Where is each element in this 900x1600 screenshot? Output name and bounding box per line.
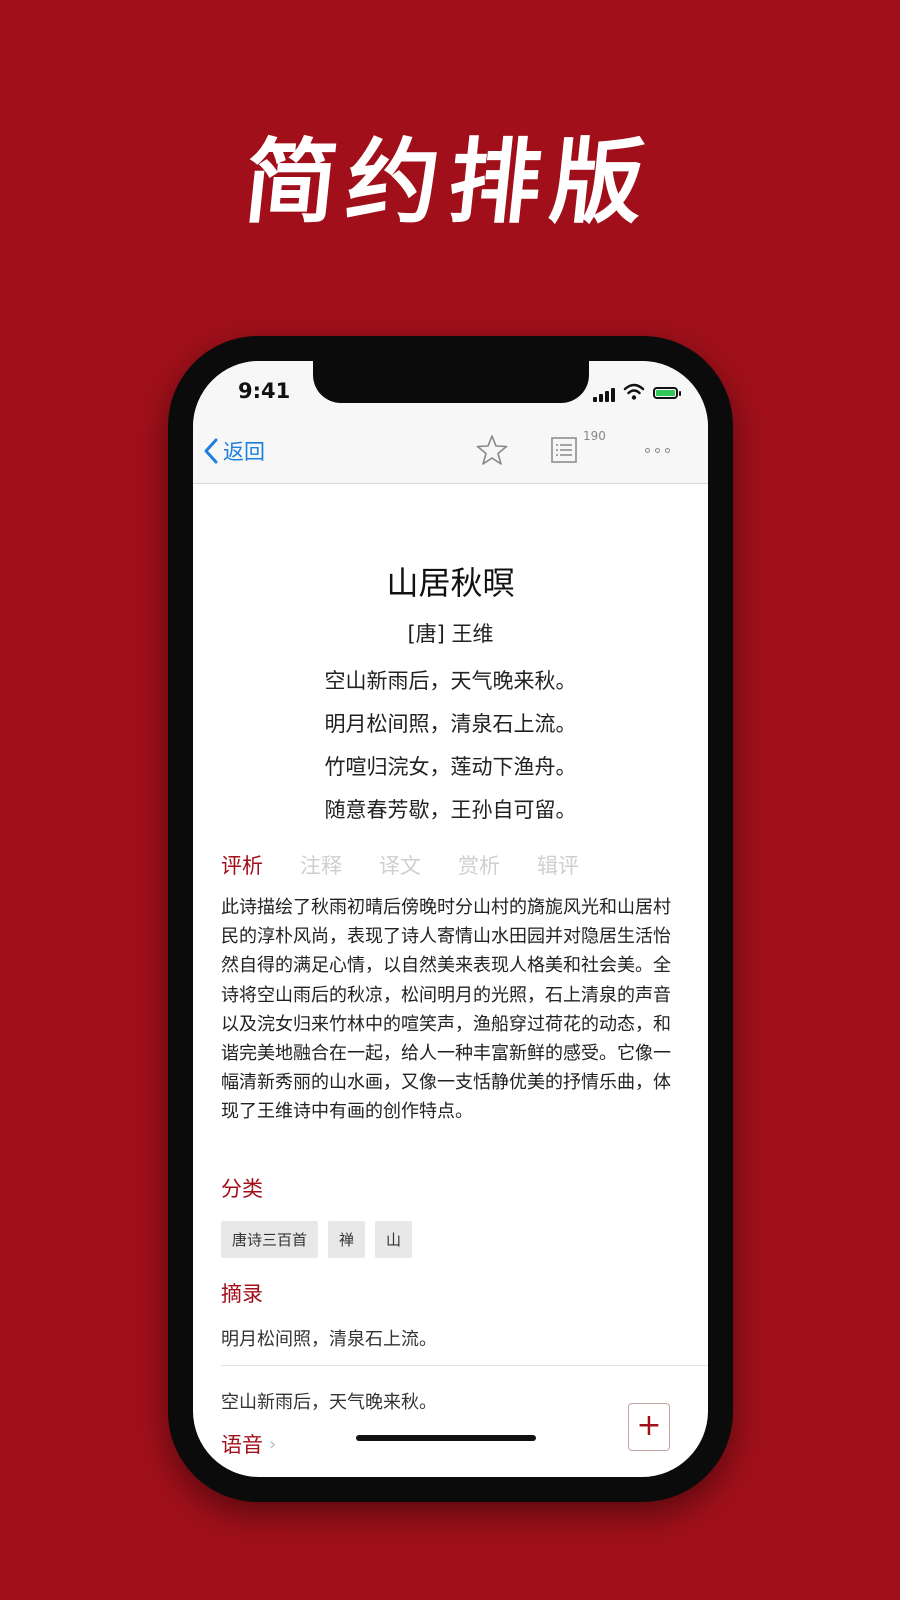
chevron-left-icon <box>204 438 218 464</box>
voice-label: 语音 <box>221 1433 263 1457</box>
category-tag[interactable]: 唐诗三百首 <box>221 1221 319 1258</box>
poem-line: 明月松间照，清泉石上流。 <box>324 712 577 736</box>
home-indicator <box>356 1435 536 1441</box>
star-icon[interactable] <box>475 433 509 467</box>
phone-screen: 9:41 返回 190 山居秋暝 [唐] 王维 空山新雨后，天气晚来秋。 明月松… <box>193 361 708 1477</box>
poem-content: 山居秋暝 [唐] 王维 空山新雨后，天气晚来秋。 明月松间照，清泉石上流。 竹喧… <box>193 483 708 1477</box>
tab-notes[interactable]: 注释 <box>300 850 379 880</box>
wifi-icon <box>623 383 645 400</box>
divider <box>221 1365 708 1366</box>
list-count-badge: 190 <box>583 429 606 443</box>
poem-line: 随意春芳歇，王孙自可留。 <box>324 798 577 822</box>
tab-commentary[interactable]: 辑评 <box>537 850 616 880</box>
back-label: 返回 <box>223 440 265 464</box>
detail-tabs: 评析 注释 译文 赏析 辑评 <box>221 850 616 880</box>
tab-analysis[interactable]: 评析 <box>221 850 300 880</box>
back-button[interactable]: 返回 <box>203 434 265 468</box>
poem-body: 空山新雨后，天气晚来秋。 明月松间照，清泉石上流。 竹喧归浣女，莲动下渔舟。 随… <box>193 660 708 832</box>
battery-icon <box>653 387 681 399</box>
chevron-right-icon: › <box>269 1433 277 1455</box>
status-time: 9:41 <box>238 379 291 403</box>
more-icon[interactable] <box>645 446 673 456</box>
category-title: 分类 <box>221 1177 263 1201</box>
voice-section-link[interactable]: 语音 › <box>221 1429 276 1459</box>
signal-icon <box>593 388 615 402</box>
poem-author: [唐] 王维 <box>407 622 494 646</box>
phone-frame: 9:41 返回 190 山居秋暝 [唐] 王维 空山新雨后，天气晚来秋。 明月松… <box>168 336 733 1502</box>
category-tag[interactable]: 山 <box>375 1221 413 1258</box>
tab-translation[interactable]: 译文 <box>379 850 458 880</box>
category-tags: 唐诗三百首 禅 山 <box>221 1221 413 1258</box>
poem-title: 山居秋暝 <box>386 564 515 602</box>
excerpt-title: 摘录 <box>221 1282 263 1306</box>
add-button[interactable]: + <box>628 1403 670 1451</box>
analysis-text: 此诗描绘了秋雨初晴后傍晚时分山村的旖旎风光和山居村民的淳朴风尚，表现了诗人寄情山… <box>221 897 671 1123</box>
poem-line: 空山新雨后，天气晚来秋。 <box>324 669 577 693</box>
excerpt-item[interactable]: 空山新雨后，天气晚来秋。 <box>221 1388 437 1414</box>
promo-headline: 简约排版 <box>239 128 659 236</box>
navigation-bar: 返回 190 <box>193 419 708 484</box>
phone-notch <box>313 361 589 403</box>
tab-appreciation[interactable]: 赏析 <box>458 850 537 880</box>
category-tag[interactable]: 禅 <box>328 1221 366 1258</box>
poem-line: 竹喧归浣女，莲动下渔舟。 <box>324 755 577 779</box>
excerpt-item[interactable]: 明月松间照，清泉石上流。 <box>221 1325 437 1351</box>
list-icon[interactable] <box>549 435 579 465</box>
